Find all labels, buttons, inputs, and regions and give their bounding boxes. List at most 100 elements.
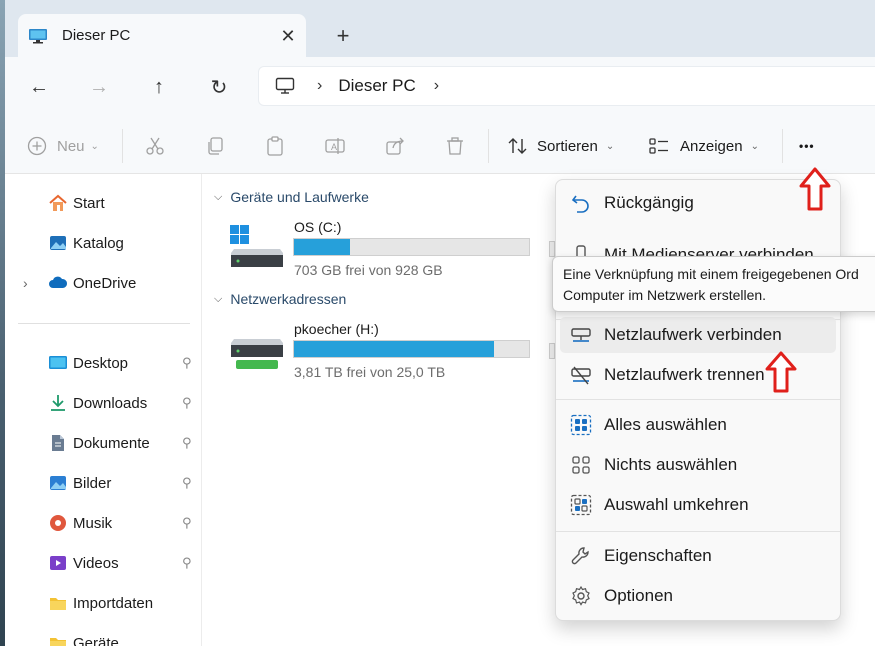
group-title: Geräte und Laufwerke	[230, 189, 369, 205]
sort-icon	[508, 138, 527, 154]
sidebar-item-downloads[interactable]: Downloads ⚲	[5, 385, 202, 421]
sidebar-item-label: Videos	[73, 554, 119, 572]
breadcrumb-chevron-icon[interactable]: ›	[434, 77, 439, 95]
pin-icon[interactable]: ⚲	[182, 475, 192, 491]
sidebar-item-bilder[interactable]: Bilder ⚲	[5, 465, 202, 501]
toolbar-divider	[782, 129, 783, 163]
sidebar-item-dokumente[interactable]: Dokumente ⚲	[5, 425, 202, 461]
toolbar-divider	[488, 129, 489, 163]
select-none-icon	[572, 456, 590, 474]
group-header-network[interactable]: ⌵ Netzwerkadressen	[214, 291, 346, 307]
folder-icon	[50, 638, 66, 646]
menu-item-options[interactable]: Optionen	[560, 578, 836, 614]
sidebar-item-katalog[interactable]: Katalog	[5, 225, 202, 261]
rename-button[interactable]: A	[324, 132, 346, 160]
plus-circle-icon	[27, 136, 47, 156]
group-title: Netzwerkadressen	[230, 291, 347, 307]
sidebar-item-geraete[interactable]: Geräte	[5, 625, 202, 646]
trash-icon	[447, 137, 463, 155]
address-bar[interactable]: › Dieser PC ›	[258, 66, 875, 106]
sidebar-item-start[interactable]: Start	[5, 185, 202, 221]
menu-item-label: Nichts auswählen	[604, 455, 738, 474]
menu-item-label: Auswahl umkehren	[604, 495, 749, 514]
drive-os-c[interactable]: OS (C:) 703 GB frei von 928 GB	[230, 219, 530, 279]
more-options-button[interactable]: •••	[799, 132, 815, 160]
drive-usage-fill	[294, 341, 494, 357]
navigation-pane: Start Katalog › OneDrive Desktop ⚲ Downl…	[5, 174, 202, 646]
menu-item-select-all[interactable]: Alles auswählen	[560, 407, 836, 443]
sidebar-item-label: Bilder	[73, 474, 112, 492]
pc-outline-icon	[275, 77, 295, 94]
clipboard-icon	[267, 136, 283, 156]
share-button[interactable]	[384, 132, 406, 160]
select-all-icon	[570, 414, 592, 436]
new-button[interactable]: Neu ⌄	[27, 132, 99, 160]
sidebar-item-musik[interactable]: Musik ⚲	[5, 505, 202, 541]
annotation-arrow-up-icon	[799, 167, 831, 211]
file-explorer-window: Dieser PC ✕ + ← → ↑ ↻ › Dieser PC › Neu …	[0, 0, 875, 646]
pin-icon[interactable]: ⚲	[182, 555, 192, 571]
cut-button[interactable]	[144, 132, 166, 160]
menu-item-properties[interactable]: Eigenschaften	[560, 538, 836, 574]
back-button[interactable]: ←	[25, 73, 53, 101]
view-button[interactable]: Anzeigen ⌄	[648, 132, 759, 160]
menu-item-map-network-drive[interactable]: Netzlaufwerk verbinden	[560, 317, 836, 353]
copy-button[interactable]	[204, 132, 226, 160]
sidebar-item-videos[interactable]: Videos ⚲	[5, 545, 202, 581]
sidebar-item-label: Downloads	[73, 394, 148, 412]
sidebar-item-label: Start	[73, 194, 105, 212]
sidebar-item-desktop[interactable]: Desktop ⚲	[5, 345, 202, 381]
group-header-drives[interactable]: ⌵ Geräte und Laufwerke	[214, 189, 369, 205]
delete-button[interactable]	[444, 132, 466, 160]
breadcrumb[interactable]: Dieser PC	[338, 76, 415, 96]
forward-button[interactable]: →	[85, 73, 113, 101]
menu-item-label: Rückgängig	[604, 193, 694, 212]
windows-drive-icon	[230, 225, 283, 267]
pin-icon[interactable]: ⚲	[182, 395, 192, 411]
sidebar-item-onedrive[interactable]: › OneDrive	[5, 265, 202, 301]
menu-item-label: Netzlaufwerk trennen	[604, 365, 765, 384]
command-bar: Neu ⌄ A Sortieren ⌄ Anzeigen ⌄ •••	[5, 117, 875, 174]
refresh-button[interactable]: ↻	[205, 73, 233, 101]
expand-chevron-icon[interactable]: ›	[23, 275, 28, 291]
pin-icon[interactable]: ⚲	[182, 355, 192, 371]
menu-item-label: Eigenschaften	[604, 546, 712, 565]
sidebar-item-label: Importdaten	[73, 594, 154, 612]
pin-icon[interactable]: ⚲	[182, 435, 192, 451]
tab-dieser-pc[interactable]: Dieser PC ✕	[18, 14, 306, 57]
up-button[interactable]: ↑	[145, 73, 173, 101]
tab-title: Dieser PC	[62, 27, 131, 44]
sort-button[interactable]: Sortieren ⌄	[507, 132, 614, 160]
scissors-icon	[146, 137, 164, 155]
title-bar: Dieser PC ✕ +	[5, 0, 875, 57]
sidebar-item-importdaten[interactable]: Importdaten	[5, 585, 202, 621]
close-tab-icon[interactable]: ✕	[276, 24, 300, 48]
download-icon	[51, 395, 65, 411]
menu-item-label: Netzlaufwerk verbinden	[604, 325, 782, 344]
chevron-down-icon: ⌄	[90, 140, 99, 152]
paste-button[interactable]	[264, 132, 286, 160]
music-icon	[50, 515, 66, 531]
sidebar-item-label: Katalog	[73, 234, 124, 252]
image-icon	[50, 476, 66, 490]
menu-item-undo[interactable]: Rückgängig	[560, 185, 836, 221]
cloud-icon	[49, 276, 68, 288]
copy-icon	[208, 137, 223, 155]
drive-pkoecher-h[interactable]: pkoecher (H:) 3,81 TB frei von 25,0 TB	[230, 321, 530, 381]
new-tab-button[interactable]: +	[331, 23, 355, 48]
navigation-bar: ← → ↑ ↻ › Dieser PC ›	[5, 57, 875, 117]
new-button-label: Neu	[57, 137, 85, 155]
menu-divider	[556, 399, 840, 400]
drive-usage-bar	[293, 340, 530, 358]
home-icon	[49, 194, 67, 211]
disconnect-network-drive-icon	[571, 366, 591, 385]
menu-item-select-none[interactable]: Nichts auswählen	[560, 447, 836, 483]
sidebar-item-label: Geräte	[73, 634, 119, 646]
breadcrumb-chevron-icon[interactable]: ›	[317, 77, 322, 95]
sidebar-divider	[18, 323, 190, 324]
menu-item-label: Alles auswählen	[604, 415, 727, 434]
pin-icon[interactable]: ⚲	[182, 515, 192, 531]
drive-size-text: 3,81 TB frei von 25,0 TB	[294, 364, 446, 380]
map-network-drive-icon	[571, 328, 591, 342]
menu-item-invert-selection[interactable]: Auswahl umkehren	[560, 487, 836, 523]
